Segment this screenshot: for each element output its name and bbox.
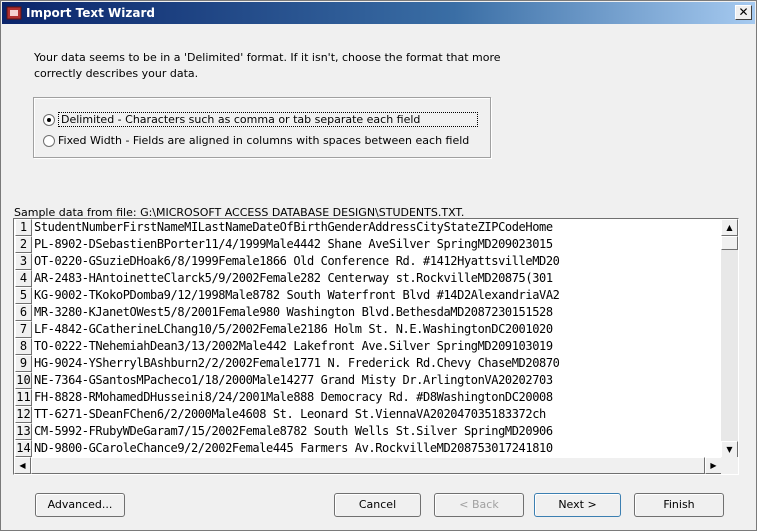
window-title: Import Text Wizard <box>26 6 155 20</box>
row-number: 1 <box>15 219 32 236</box>
sample-row[interactable]: 5 KG-9002-TKokoPDomba9/12/1998Male8782 So… <box>14 287 722 304</box>
scroll-up-icon[interactable]: ▲ <box>721 219 738 236</box>
row-number: 10 <box>15 372 32 389</box>
fixed-width-label[interactable]: Fixed Width - Fields are aligned in colu… <box>58 134 469 147</box>
sample-row[interactable]: 13 CM-5992-FRubyWDeGaram7/15/2002Female87… <box>14 423 722 440</box>
row-number: 13 <box>15 423 32 440</box>
sample-row[interactable]: 2 PL-8902-DSebastienBPorter11/4/1999Male4… <box>14 236 722 253</box>
back-button[interactable]: < Back <box>434 493 524 517</box>
row-text: TT-6271-SDeanFChen6/2/2000Male4608 St. L… <box>34 407 546 421</box>
row-number: 9 <box>15 355 32 372</box>
row-text: LF-4842-GCatherineLChang10/5/2002Female2… <box>34 322 553 336</box>
finish-button[interactable]: Finish <box>634 493 724 517</box>
sample-row[interactable]: 3 OT-0220-GSuzieDHoak6/8/1999Female1866 O… <box>14 253 722 270</box>
sample-data-grid[interactable]: 1 StudentNumberFirstNameMILastNameDateOfB… <box>13 218 739 475</box>
row-text: AR-2483-HAntoinetteClarck5/9/2002Female2… <box>34 271 553 285</box>
row-text: ND-9800-GCaroleChance9/2/2002Female445 F… <box>34 441 553 455</box>
delimited-label[interactable]: Delimited - Characters such as comma or … <box>58 112 478 127</box>
sample-row[interactable]: 11 FH-8828-RMohamedDHusseini8/24/2001Male… <box>14 389 722 406</box>
title-bar[interactable]: Import Text Wizard ✕ <box>2 2 755 24</box>
sample-row[interactable]: 14 ND-9800-GCaroleChance9/2/2002Female445… <box>14 440 722 457</box>
scroll-down-icon[interactable]: ▼ <box>721 441 738 458</box>
row-text: KG-9002-TKokoPDomba9/12/1998Male8782 Sou… <box>34 288 560 302</box>
row-text: StudentNumberFirstNameMILastNameDateOfBi… <box>34 220 553 234</box>
row-number: 4 <box>15 270 32 287</box>
vertical-scrollbar[interactable]: ▲ ▼ <box>721 219 738 458</box>
sample-row[interactable]: 7 LF-4842-GCatherineLChang10/5/2002Female… <box>14 321 722 338</box>
scroll-left-icon[interactable]: ◀ <box>14 457 31 474</box>
vertical-scroll-thumb[interactable] <box>721 236 738 250</box>
sample-row[interactable]: 9 HG-9024-YSherrylBAshburn2/2/2002Female1… <box>14 355 722 372</box>
sample-row[interactable]: 1 StudentNumberFirstNameMILastNameDateOfB… <box>14 219 722 236</box>
intro-text: Your data seems to be in a 'Delimited' f… <box>34 51 501 80</box>
sample-row[interactable]: 12 TT-6271-SDeanFChen6/2/2000Male4608 St.… <box>14 406 722 423</box>
delimited-radio[interactable] <box>43 113 55 126</box>
horizontal-scroll-thumb[interactable] <box>31 457 705 474</box>
access-icon <box>6 6 22 20</box>
row-text: NE-7364-GSantosMPacheco1/18/2000Male1427… <box>34 373 553 387</box>
row-number: 3 <box>15 253 32 270</box>
row-text: FH-8828-RMohamedDHusseini8/24/2001Male88… <box>34 390 553 404</box>
row-text: PL-8902-DSebastienBPorter11/4/1999Male44… <box>34 237 553 251</box>
row-number: 11 <box>15 389 32 406</box>
row-number: 14 <box>15 440 32 457</box>
row-text: HG-9024-YSherrylBAshburn2/2/2002Female17… <box>34 356 560 370</box>
import-text-wizard-window: Import Text Wizard ✕ Your data seems to … <box>0 0 757 531</box>
row-text: OT-0220-GSuzieDHoak6/8/1999Female1866 Ol… <box>34 254 560 268</box>
scroll-right-icon[interactable]: ▶ <box>705 457 722 474</box>
row-number: 2 <box>15 236 32 253</box>
cancel-button[interactable]: Cancel <box>334 493 421 517</box>
row-number: 12 <box>15 406 32 423</box>
horizontal-scrollbar[interactable]: ◀ ▶ <box>14 457 722 474</box>
row-text: CM-5992-FRubyWDeGaram7/15/2002Female8782… <box>34 424 553 438</box>
row-number: 5 <box>15 287 32 304</box>
row-number: 6 <box>15 304 32 321</box>
row-text: MR-3280-KJanetOWest5/8/2001Female980 Was… <box>34 305 553 319</box>
sample-row[interactable]: 8 TO-0222-TNehemiahDean3/13/2002Male442 L… <box>14 338 722 355</box>
sample-rows: 1 StudentNumberFirstNameMILastNameDateOfB… <box>14 219 722 458</box>
close-button[interactable]: ✕ <box>735 5 752 20</box>
row-number: 7 <box>15 321 32 338</box>
sample-row[interactable]: 6 MR-3280-KJanetOWest5/8/2001Female980 Wa… <box>14 304 722 321</box>
fixed-width-option[interactable]: Fixed Width - Fields are aligned in colu… <box>43 134 469 147</box>
sample-row[interactable]: 10 NE-7364-GSantosMPacheco1/18/2000Male14… <box>14 372 722 389</box>
format-option-group: Delimited - Characters such as comma or … <box>33 97 491 158</box>
advanced-button[interactable]: Advanced... <box>35 493 125 517</box>
sample-row[interactable]: 4 AR-2483-HAntoinetteClarck5/9/2002Female… <box>14 270 722 287</box>
delimited-option[interactable]: Delimited - Characters such as comma or … <box>43 112 478 127</box>
row-text: TO-0222-TNehemiahDean3/13/2002Male442 La… <box>34 339 553 353</box>
fixed-width-radio[interactable] <box>43 134 55 147</box>
row-number: 8 <box>15 338 32 355</box>
scroll-corner <box>721 457 738 474</box>
next-button[interactable]: Next > <box>534 493 621 517</box>
